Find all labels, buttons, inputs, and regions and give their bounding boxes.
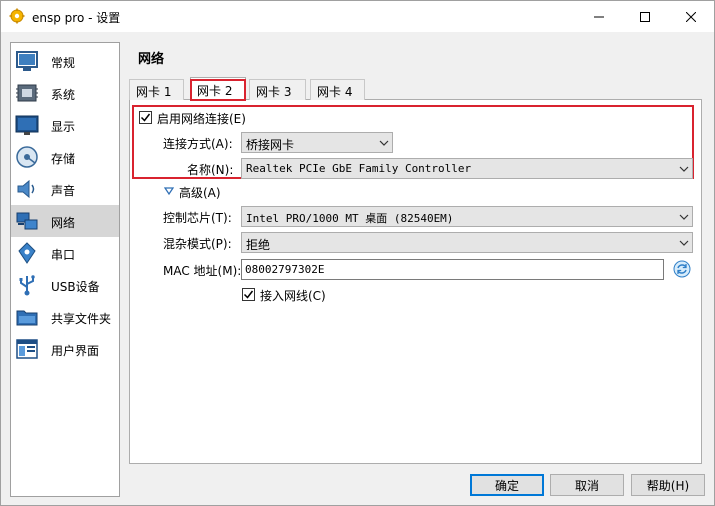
network-icon <box>16 212 38 230</box>
window-title: ensp pro - 设置 <box>32 11 121 25</box>
tab-adapter-4[interactable]: 网卡 4 <box>310 79 365 100</box>
sidebar-item-user-interface[interactable]: 用户界面 <box>11 333 119 365</box>
sidebar-item-label: 用户界面 <box>51 344 100 358</box>
chevron-down-icon <box>679 166 689 172</box>
sidebar-item-label: 网络 <box>51 216 76 230</box>
sidebar-item-serial-port[interactable]: 串口 <box>11 237 119 269</box>
maximize-icon <box>640 11 650 22</box>
attached-to-label: 连接方式(A): <box>163 137 233 151</box>
adapter-name-select[interactable]: Realtek PCIe GbE Family Controller <box>241 158 693 179</box>
attached-to-select[interactable]: 桥接网卡 <box>241 132 393 153</box>
sidebar-item-label: 存储 <box>51 152 76 166</box>
checkmark-icon <box>243 290 254 299</box>
sidebar-item-general[interactable]: 常规 <box>11 45 119 77</box>
app-icon <box>9 8 25 24</box>
help-button[interactable]: 帮助(H) <box>631 474 705 496</box>
tab-adapter-2[interactable]: 网卡 2 <box>190 77 246 100</box>
sidebar-item-label: 串口 <box>51 248 76 262</box>
cable-connected-label[interactable]: 接入网线(C) <box>260 287 326 304</box>
storage-icon <box>16 146 38 168</box>
usb-icon <box>19 275 35 296</box>
sidebar-item-storage[interactable]: 存储 <box>11 141 119 173</box>
sidebar-item-label: USB设备 <box>51 280 100 294</box>
minimize-icon <box>594 16 604 17</box>
triangle-down-icon[interactable] <box>164 186 174 196</box>
chevron-down-icon <box>679 240 689 246</box>
settings-category-list: 常规 系统 显示 存储 声音 网络 串口 USB设备 共享文件夹 用户界面 <box>10 42 120 497</box>
adapter-chip-label: 控制芯片(T): <box>163 211 232 225</box>
promiscuous-mode-select[interactable]: 拒绝 <box>241 232 693 253</box>
cable-connected-checkbox[interactable] <box>242 288 255 301</box>
settings-window: ensp pro - 设置 常规 系统 显示 存储 声音 网络 串口 USB设备… <box>0 0 715 506</box>
refresh-icon <box>673 260 691 278</box>
sidebar-item-label: 显示 <box>51 120 76 134</box>
chevron-down-icon <box>379 140 389 146</box>
adapter-tab-panel <box>129 99 702 464</box>
sidebar-item-label: 声音 <box>51 184 76 198</box>
sidebar-item-system[interactable]: 系统 <box>11 77 119 109</box>
sidebar-item-network[interactable]: 网络 <box>11 205 119 237</box>
checkmark-icon <box>140 113 151 122</box>
serial-port-icon <box>18 242 36 264</box>
minimize-button[interactable] <box>576 1 622 32</box>
enable-adapter-checkbox[interactable] <box>139 111 152 124</box>
sidebar-item-usb[interactable]: USB设备 <box>11 269 119 301</box>
close-icon <box>686 11 696 22</box>
sidebar-item-audio[interactable]: 声音 <box>11 173 119 205</box>
title-bar[interactable]: ensp pro - 设置 <box>1 1 714 32</box>
general-icon <box>16 51 38 71</box>
user-interface-icon <box>16 339 38 359</box>
tab-adapter-3[interactable]: 网卡 3 <box>249 79 306 100</box>
sidebar-item-shared-folders[interactable]: 共享文件夹 <box>11 301 119 333</box>
promiscuous-mode-label: 混杂模式(P): <box>163 237 232 251</box>
advanced-toggle[interactable]: 高级(A) <box>179 184 221 201</box>
adapter-chip-select[interactable]: Intel PRO/1000 MT 桌面 (82540EM) <box>241 206 693 227</box>
sidebar-item-label: 共享文件夹 <box>51 312 112 326</box>
cancel-button[interactable]: 取消 <box>550 474 624 496</box>
maximize-button[interactable] <box>622 1 668 32</box>
mac-address-input[interactable]: 08002797302E <box>241 259 664 280</box>
enable-adapter-label[interactable]: 启用网络连接(E) <box>157 110 246 127</box>
generate-mac-button[interactable] <box>672 259 692 279</box>
page-title: 网络 <box>138 52 165 67</box>
close-button[interactable] <box>668 1 714 32</box>
mac-address-label: MAC 地址(M): <box>163 264 242 278</box>
shared-folder-icon <box>16 310 38 326</box>
adapter-name-label: 名称(N): <box>187 163 234 177</box>
display-icon <box>15 115 39 135</box>
tab-adapter-1[interactable]: 网卡 1 <box>129 79 184 100</box>
sidebar-item-label: 常规 <box>51 56 76 70</box>
audio-icon <box>17 179 35 199</box>
sidebar-item-display[interactable]: 显示 <box>11 109 119 141</box>
sidebar-item-label: 系统 <box>51 88 76 102</box>
ok-button[interactable]: 确定 <box>470 474 544 496</box>
chevron-down-icon <box>679 214 689 220</box>
system-icon <box>16 84 38 102</box>
